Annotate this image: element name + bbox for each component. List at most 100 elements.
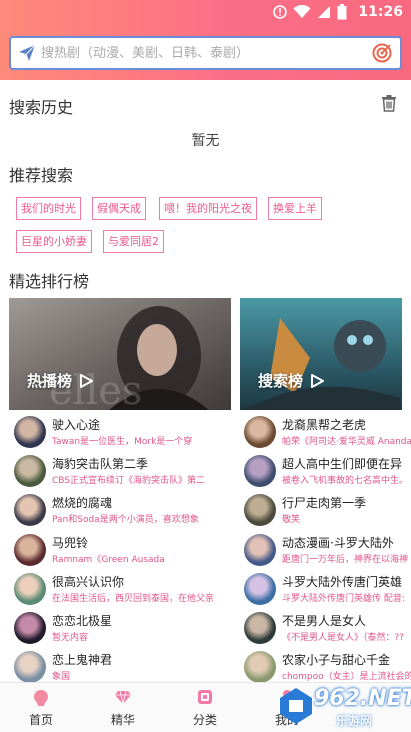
list-item[interactable]: 超人高中生们即便在异 被卷入飞机事故的七名高中生。 xyxy=(244,453,411,489)
avatar xyxy=(14,534,46,566)
list-item[interactable]: 农家小子与甜心千金 chompoo（女主）是上流社会的 xyxy=(244,649,411,685)
item-title: 动态漫画·斗罗大陆外 xyxy=(282,536,394,550)
hot-ranking-poster: elles xyxy=(9,298,231,410)
search-ranking-label: 搜索榜 xyxy=(258,370,325,391)
item-title: 驶入心途 xyxy=(52,418,101,432)
item-title: 恋上鬼神君 xyxy=(52,653,113,667)
list-item[interactable]: 马兜铃 Ramnam《Green Ausada xyxy=(14,532,214,568)
ranking-title: 精选排行榜 xyxy=(9,272,90,291)
avatar xyxy=(244,612,276,644)
recommend-tag[interactable]: 我们的时光 xyxy=(16,197,81,220)
target-icon[interactable] xyxy=(372,43,392,63)
item-title: 燃烧的腐魂 xyxy=(52,496,113,510)
avatar xyxy=(244,416,276,448)
category-icon xyxy=(198,690,212,704)
list-item[interactable]: 行尸走肉第一季 敬笑 xyxy=(244,492,411,528)
battery-icon xyxy=(337,4,347,20)
trash-icon[interactable] xyxy=(380,94,398,112)
search-input[interactable] xyxy=(41,43,371,63)
tab-category[interactable]: 分类 xyxy=(164,683,246,732)
list-item[interactable]: 海豹突击队第二季 CBS正式宣布续订《海豹突击队》第二 xyxy=(14,453,214,489)
item-desc: 象国 xyxy=(52,672,71,682)
avatar xyxy=(14,651,46,683)
search-bar[interactable] xyxy=(9,36,402,70)
tab-featured[interactable]: 精华 xyxy=(82,683,164,732)
item-desc: 在法国生活后，西贝回到泰国，在他父亲的 xyxy=(52,594,214,604)
avatar xyxy=(14,455,46,487)
item-title: 恋恋北极星 xyxy=(52,614,113,628)
item-desc: 被卷入飞机事故的七名高中生。 xyxy=(282,476,409,486)
signal-icon xyxy=(318,6,330,18)
alert-icon xyxy=(273,5,287,19)
item-title: 超人高中生们即便在异 xyxy=(282,457,403,471)
avatar xyxy=(14,573,46,605)
item-desc: 暂无内容 xyxy=(52,633,89,643)
status-icons xyxy=(273,3,347,21)
item-title: 海豹突击队第二季 xyxy=(52,457,149,471)
recommend-tag[interactable]: 换爱上羊 xyxy=(268,197,322,220)
item-desc: Tawan是一位医生，Mork是一个穿 xyxy=(52,437,193,447)
avatar xyxy=(14,416,46,448)
tab-home[interactable]: 首页 xyxy=(0,683,82,732)
item-desc: chompoo（女主）是上流社会的 xyxy=(282,672,411,682)
item-desc: 斗罗大陆外传唐门英雄传 配音: xyxy=(282,594,405,604)
status-bar: 11:26 xyxy=(0,0,411,24)
site-watermark: 962.NET 乐游网 xyxy=(278,684,411,730)
list-item[interactable]: 燃烧的腐魂 Pan和Soda是两个小演员，喜欢想象 xyxy=(14,492,214,528)
item-title: 斗罗大陆外传唐门英雄 xyxy=(282,575,403,589)
list-item[interactable]: 不是男人是女人 《不是男人是女人》（泰然：?? xyxy=(244,610,411,646)
send-icon xyxy=(19,44,36,61)
item-title: 马兜铃 xyxy=(52,536,89,550)
tab-label: 首页 xyxy=(28,713,53,727)
hot-ranking-text: 热播榜 xyxy=(27,372,73,390)
list-item[interactable]: 很高兴认识你 在法国生活后，西贝回到泰国，在他父亲的 xyxy=(14,571,214,607)
item-title: 不是男人是女人 xyxy=(282,614,367,628)
avatar xyxy=(244,651,276,683)
list-item[interactable]: 斗罗大陆外传唐门英雄 斗罗大陆外传唐门英雄传 配音: xyxy=(244,571,411,607)
search-ranking-text: 搜索榜 xyxy=(258,372,304,390)
list-item[interactable]: 恋恋北极星 暂无内容 xyxy=(14,610,214,646)
list-item[interactable]: 龙裔黑帮之老虎 帕荣《阿司达·爱华灵威 Ananda xyxy=(244,414,411,450)
item-desc: Pan和Soda是两个小演员，喜欢想象 xyxy=(52,515,199,525)
hot-ranking-label: 热播榜 xyxy=(27,370,94,391)
recommend-tag[interactable]: 假偶天成 xyxy=(92,197,146,220)
item-title: 农家小子与甜心千金 xyxy=(282,653,391,667)
recommend-title: 推荐搜索 xyxy=(9,166,74,185)
play-icon xyxy=(80,373,94,388)
item-desc: 距唐门一万年后，神界在以海神 xyxy=(282,555,409,565)
recommend-tag[interactable]: 喂！我的阳光之夜 xyxy=(159,197,257,220)
avatar xyxy=(244,573,276,605)
item-title: 很高兴认识你 xyxy=(52,575,125,589)
status-time: 11:26 xyxy=(358,4,403,20)
watermark-text: 962.NET xyxy=(314,686,411,711)
watermark-logo-icon xyxy=(280,688,312,724)
item-desc: 敬笑 xyxy=(282,515,301,525)
home-icon xyxy=(34,690,48,706)
list-item[interactable]: 动态漫画·斗罗大陆外 距唐门一万年后，神界在以海神 xyxy=(244,532,411,568)
header-background: 11:26 xyxy=(0,0,411,80)
search-ranking-poster xyxy=(240,298,402,410)
item-title: 龙裔黑帮之老虎 xyxy=(282,418,367,432)
item-desc: CBS正式宣布续订《海豹突击队》第二 xyxy=(52,476,206,486)
tab-label: 精华 xyxy=(110,713,135,727)
item-title: 行尸走肉第一季 xyxy=(282,496,367,510)
history-title: 搜索历史 xyxy=(9,98,74,117)
tab-label: 分类 xyxy=(192,713,217,727)
recommend-tag[interactable]: 与爱同居2 xyxy=(103,230,164,253)
item-desc: 《不是男人是女人》（泰然：?? xyxy=(282,633,405,643)
avatar xyxy=(244,534,276,566)
play-icon xyxy=(311,373,325,388)
list-item[interactable]: 驶入心途 Tawan是一位医生，Mork是一个穿 xyxy=(14,414,214,450)
wifi-icon xyxy=(293,5,311,18)
avatar xyxy=(244,455,276,487)
item-desc: 帕荣《阿司达·爱华灵威 Ananda xyxy=(282,437,411,447)
avatar xyxy=(14,612,46,644)
recommend-tag[interactable]: 巨星的小娇妻 xyxy=(16,230,92,253)
history-empty-text: 暂无 xyxy=(191,133,220,149)
avatar xyxy=(244,494,276,526)
avatar xyxy=(14,494,46,526)
search-ranking-banner[interactable]: 搜索榜 xyxy=(240,298,402,410)
hot-ranking-banner[interactable]: elles 热播榜 xyxy=(9,298,231,410)
list-item[interactable]: 恋上鬼神君 象国 xyxy=(14,649,214,685)
diamond-icon xyxy=(115,690,131,705)
